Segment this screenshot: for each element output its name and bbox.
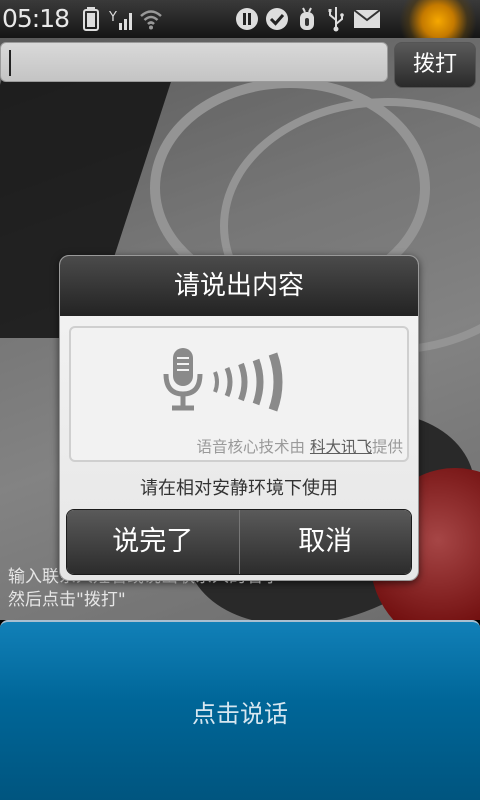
text-cursor	[9, 50, 11, 76]
cancel-button[interactable]: 取消	[238, 510, 411, 574]
contact-input[interactable]	[0, 42, 388, 82]
status-time: 05:18	[2, 4, 70, 33]
environment-hint: 请在相对安静环境下使用	[140, 478, 338, 499]
speak-button[interactable]: 点击说话	[0, 620, 480, 800]
speak-label: 点击说话	[192, 700, 288, 728]
battery-icon	[82, 6, 100, 32]
voice-panel: 语音核心技术由 科大讯飞提供	[69, 326, 409, 462]
check-circle-icon	[264, 6, 290, 32]
dialog-title: 请说出内容	[60, 256, 418, 316]
done-button[interactable]: 说完了	[67, 510, 239, 574]
dialog-button-row: 说完了 取消	[66, 509, 412, 575]
voice-dialog: 请说出内容 语音核心技术由 科大讯飞提供 请在相对安静环境下使用 说完了 取消	[59, 255, 419, 581]
technology-credit: 语音核心技术由 科大讯飞提供	[197, 436, 403, 458]
dial-button[interactable]: 拨打	[394, 42, 476, 88]
signal-icon: Y	[108, 6, 136, 32]
pause-circle-icon	[234, 6, 260, 32]
wifi-icon	[138, 6, 164, 32]
iflytek-link[interactable]: 科大讯飞	[310, 438, 372, 456]
instruction-line-2: 然后点击"拨打"	[8, 590, 126, 610]
usb-icon	[326, 6, 346, 32]
credit-prefix: 语音核心技术由	[196, 438, 310, 456]
credit-suffix: 提供	[371, 438, 403, 456]
microphone-icon	[163, 348, 323, 422]
mail-icon	[352, 6, 382, 32]
status-bar: 05:18 Y	[0, 0, 480, 48]
svg-text:Y: Y	[109, 10, 117, 25]
bug-icon	[296, 6, 318, 32]
